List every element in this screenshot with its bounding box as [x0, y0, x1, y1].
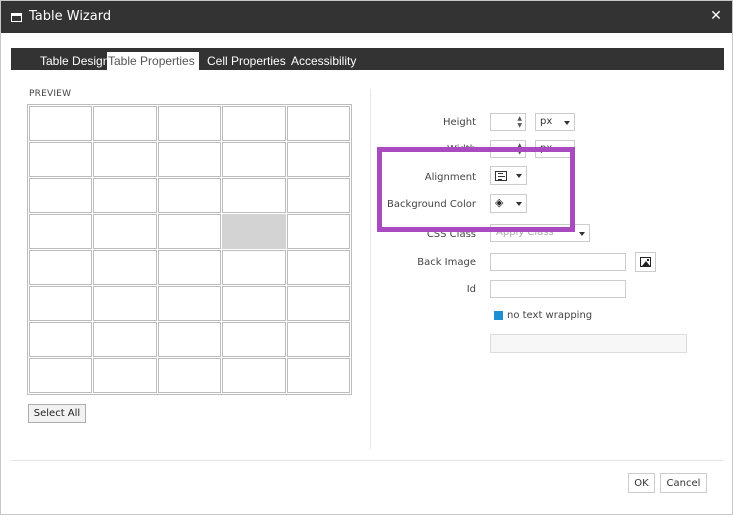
preview-cell[interactable] [29, 178, 93, 213]
preview-cell[interactable] [222, 178, 286, 213]
chevron-down-icon [516, 202, 522, 206]
tab-bar: Table Design Table Properties Cell Prope… [11, 48, 724, 70]
background-color-select[interactable]: ◈ [490, 194, 527, 213]
width-unit-select[interactable]: px [535, 140, 575, 158]
tab-table-properties[interactable]: Table Properties [107, 52, 199, 70]
chevron-down-icon [564, 121, 570, 125]
width-unit-value: px [540, 143, 553, 154]
preview-cell[interactable] [157, 286, 222, 321]
alignment-label: Alignment [424, 172, 476, 183]
preview-cell[interactable] [29, 358, 93, 393]
image-browse-button[interactable] [635, 252, 656, 272]
preview-cell[interactable] [93, 142, 157, 177]
highlight-box [377, 147, 575, 232]
align-left-icon [495, 171, 507, 181]
preview-cell[interactable] [222, 358, 286, 393]
preview-cell[interactable] [157, 106, 222, 141]
preview-label: PREVIEW [29, 89, 72, 99]
preview-cell[interactable] [286, 142, 350, 177]
height-input[interactable]: ▲ ▼ [490, 113, 526, 131]
preview-cell[interactable] [222, 142, 286, 177]
footer-divider [11, 460, 724, 461]
preview-cell[interactable] [286, 250, 350, 285]
css-class-select[interactable]: Apply Class [490, 224, 590, 242]
preview-cell[interactable] [157, 250, 222, 285]
background-color-label: Background Color [387, 199, 476, 210]
preview-cell[interactable] [222, 106, 286, 141]
preview-cell[interactable] [157, 214, 222, 249]
id-input[interactable] [490, 280, 626, 298]
tab-cell-properties[interactable]: Cell Properties [207, 54, 286, 70]
vertical-divider [370, 89, 371, 449]
no-text-wrapping-checkbox[interactable] [494, 311, 503, 320]
back-image-input[interactable] [490, 253, 626, 271]
no-text-wrapping-label: no text wrapping [507, 310, 593, 321]
preview-cell[interactable] [286, 214, 350, 249]
preview-cell[interactable] [93, 286, 157, 321]
dialog-title: Table Wizard [29, 9, 112, 24]
image-icon [640, 257, 651, 267]
preview-cell[interactable] [157, 322, 222, 357]
preview-cell[interactable] [29, 286, 93, 321]
preview-cell[interactable] [93, 178, 157, 213]
preview-cell[interactable] [157, 178, 222, 213]
alignment-select[interactable] [490, 166, 527, 185]
height-spinner[interactable]: ▲ ▼ [517, 115, 522, 129]
chevron-down-icon [564, 148, 570, 152]
preview-cell[interactable] [222, 322, 286, 357]
chevron-down-icon [516, 174, 522, 178]
id-label: Id [466, 284, 476, 295]
select-all-button[interactable]: Select All [28, 404, 86, 423]
preview-grid [27, 104, 352, 395]
preview-cell[interactable] [93, 250, 157, 285]
css-class-placeholder: Apply Class [496, 227, 554, 238]
height-label: Height [442, 117, 476, 128]
style-preview-field [490, 334, 687, 353]
width-spinner[interactable]: ▲ ▼ [517, 142, 522, 156]
preview-cell[interactable] [157, 142, 222, 177]
height-unit-value: px [540, 116, 553, 127]
preview-cell[interactable] [93, 214, 157, 249]
preview-cell[interactable] [29, 214, 93, 249]
preview-cell[interactable] [286, 286, 350, 321]
chevron-down-icon [579, 232, 585, 236]
title-bar: Table Wizard ✕ [1, 1, 732, 33]
preview-cell[interactable] [222, 250, 286, 285]
width-input[interactable]: ▲ ▼ [490, 140, 526, 158]
preview-cell[interactable] [286, 358, 350, 393]
preview-cell[interactable] [286, 106, 350, 141]
window-icon [11, 13, 22, 22]
preview-cell[interactable] [157, 358, 222, 393]
tab-table-design[interactable]: Table Design [40, 54, 109, 70]
css-class-label: CSS Class [426, 229, 476, 240]
preview-cell[interactable] [29, 250, 93, 285]
height-unit-select[interactable]: px [535, 113, 575, 131]
cancel-button[interactable]: Cancel [660, 473, 707, 493]
preview-cell-selected[interactable] [222, 214, 286, 249]
ok-button[interactable]: OK [628, 473, 655, 493]
preview-cell[interactable] [29, 106, 93, 141]
tab-accessibility[interactable]: Accessibility [291, 54, 356, 70]
preview-cell[interactable] [93, 358, 157, 393]
preview-cell[interactable] [29, 142, 93, 177]
preview-cell[interactable] [29, 322, 93, 357]
preview-cell[interactable] [222, 286, 286, 321]
preview-cell[interactable] [93, 322, 157, 357]
close-icon[interactable]: ✕ [708, 7, 724, 25]
width-label: Width [446, 144, 476, 155]
back-image-label: Back Image [417, 257, 476, 268]
preview-cell[interactable] [286, 322, 350, 357]
paint-bucket-icon: ◈ [495, 196, 504, 209]
preview-cell[interactable] [286, 178, 350, 213]
preview-cell[interactable] [93, 106, 157, 141]
table-wizard-dialog: Table Wizard ✕ Table Design Table Proper… [0, 0, 733, 515]
